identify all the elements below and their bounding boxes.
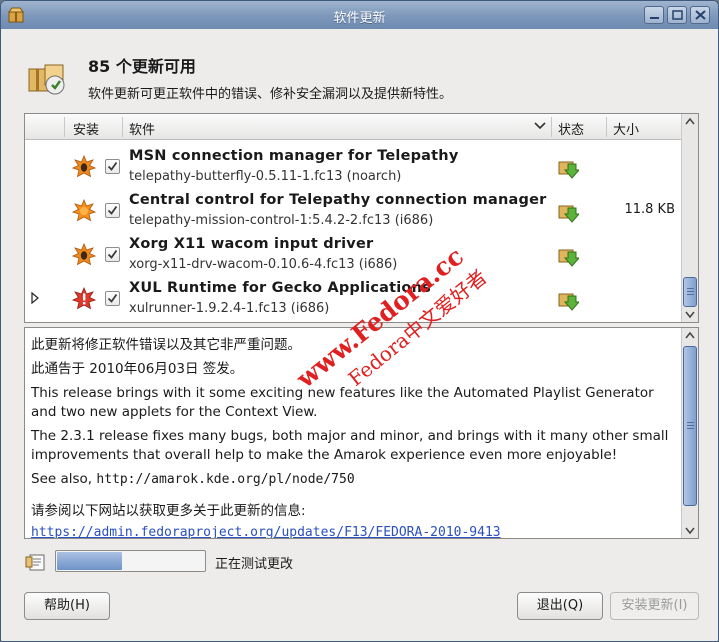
issued-date: 此通告于 2010年06月03日 签发。 [31, 361, 244, 377]
column-status[interactable]: 状态 [558, 119, 584, 138]
update-details-text: 此更新将修正软件错误以及其它非严重问题。 此通告于 2010年06月03日 签发… [31, 336, 681, 538]
see-also-line: See also, http://amarok.kde.org/pl/node/… [31, 470, 681, 489]
close-button[interactable] [690, 6, 710, 24]
table-row[interactable]: MSN connection manager for Telepathy tel… [25, 145, 681, 189]
window-title: 软件更新 [333, 11, 386, 26]
download-status-icon [558, 293, 579, 311]
install-checkbox[interactable] [105, 159, 120, 174]
header-description: 软件更新可更正软件中的错误、修补安全漏洞以及提供新特性。 [88, 87, 453, 102]
scroll-down-icon[interactable] [684, 308, 696, 320]
details-scrollbar[interactable] [681, 328, 698, 538]
see-also-label: See also, [31, 471, 97, 487]
minimize-icon [650, 17, 659, 19]
close-icon [695, 10, 706, 20]
update-list-scrollbar[interactable] [681, 114, 698, 322]
list-header: 安装 软件 状态 大小 [25, 114, 681, 140]
software-update-window: 软件更新 85 个更新可用 软件更新可更正软件中的错误、修补安全漏洞以及提供新特… [0, 0, 719, 642]
update-name: MSN connection manager for Telepathy [129, 148, 459, 164]
update-name: XUL Runtime for Gecko Applications [129, 280, 431, 296]
enhancement-icon [72, 199, 96, 222]
more-info-label: 请参阅以下网站以获取更多关于此更新的信息: [31, 503, 306, 519]
column-separator [122, 117, 123, 137]
see-also-url: http://amarok.kde.org/pl/node/750 [96, 472, 355, 487]
column-install[interactable]: 安装 [73, 119, 99, 138]
column-separator [606, 117, 607, 137]
checkmark-icon [107, 205, 118, 215]
table-row[interactable]: XUL Runtime for Gecko Applications xulru… [25, 277, 681, 321]
minimize-button[interactable] [644, 6, 664, 24]
test-progress-bar [55, 550, 206, 572]
severity-note: 此更新将修正软件错误以及其它非严重问题。 [31, 337, 301, 353]
update-rows: . . . MSN connection manager for Telepat… [25, 141, 681, 322]
scrollbar-thumb[interactable] [683, 346, 697, 506]
quit-button[interactable]: 退出(Q) [517, 592, 603, 620]
more-info-line: https://admin.fedoraproject.org/updates/… [31, 523, 681, 538]
checkmark-icon [107, 249, 118, 259]
update-size: 11.8 KB [624, 202, 675, 217]
column-separator [64, 117, 65, 137]
package-version: xorg-x11-drv-wacom-0.10.6-4.fc13 (i686) [129, 257, 398, 272]
help-button[interactable]: 帮助(H) [24, 592, 110, 620]
release-notes-paragraph: The 2.3.1 release fixes many bugs, both … [31, 428, 669, 463]
bug-fix-icon [72, 155, 96, 178]
column-software[interactable]: 软件 [129, 119, 155, 138]
advisory-link[interactable]: https://admin.fedoraproject.org/updates/… [31, 525, 501, 538]
download-status-icon [558, 205, 579, 223]
checkmark-icon [107, 161, 118, 171]
install-updates-button[interactable]: 安装更新(I) [610, 592, 699, 620]
column-size[interactable]: 大小 [613, 119, 639, 138]
update-name: Xorg X11 wacom input driver [129, 236, 374, 252]
download-status-icon [558, 161, 579, 179]
scrollbar-thumb[interactable] [683, 277, 697, 307]
update-list[interactable]: 安装 软件 状态 大小 . . . MSN connection man [24, 113, 699, 323]
install-checkbox[interactable] [105, 291, 120, 306]
package-version: xulrunner-1.9.2.4-1.fc13 (i686) [129, 301, 330, 316]
column-separator [551, 117, 552, 137]
table-row[interactable]: Xorg X11 wacom input driver xorg-x11-drv… [25, 233, 681, 277]
updates-available-heading: 85 个更新可用 [88, 57, 196, 76]
maximize-icon [672, 10, 683, 20]
install-checkbox[interactable] [105, 247, 120, 262]
update-name: Central control for Telepathy connection… [129, 192, 547, 208]
security-update-icon [72, 287, 96, 310]
scroll-up-icon[interactable] [684, 116, 696, 128]
install-checkbox[interactable] [105, 203, 120, 218]
progress-status-text: 正在测试更改 [215, 557, 294, 572]
software-update-icon [28, 64, 65, 95]
package-version: telepathy-mission-control-1:5.4.2-2.fc13… [129, 213, 434, 228]
package-version: telepathy-butterfly-0.5.11-1.fc13 (noarc… [129, 169, 402, 184]
scroll-down-icon[interactable] [684, 524, 696, 536]
download-status-icon [558, 249, 579, 267]
update-details-pane[interactable]: 此更新将修正软件错误以及其它非严重问题。 此通告于 2010年06月03日 签发… [24, 327, 699, 539]
expand-arrow-icon[interactable] [31, 292, 39, 304]
sort-chevron-icon[interactable] [534, 122, 546, 130]
bug-fix-icon [72, 243, 96, 266]
table-row[interactable]: Central control for Telepathy connection… [25, 189, 681, 233]
scroll-up-icon[interactable] [684, 330, 696, 342]
title-bar[interactable]: 软件更新 [1, 1, 718, 29]
progress-fill [57, 552, 123, 570]
checkmark-icon [107, 293, 118, 303]
release-notes-paragraph: This release brings with it some excitin… [31, 385, 654, 420]
maximize-button[interactable] [667, 6, 687, 24]
transaction-log-icon [25, 554, 45, 571]
